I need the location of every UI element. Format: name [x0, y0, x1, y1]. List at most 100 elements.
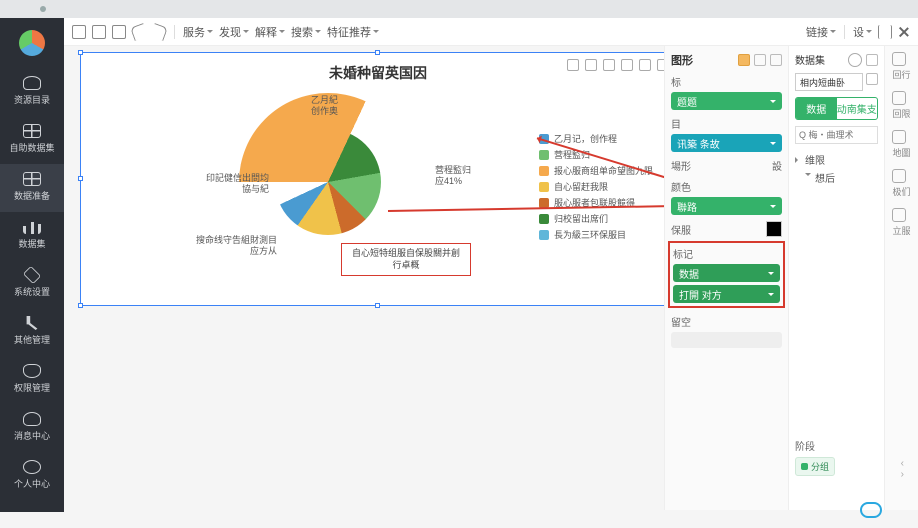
table-icon	[23, 172, 41, 186]
sidebar-item-label: 自助数据集	[9, 143, 54, 153]
save-icon[interactable]	[72, 25, 86, 39]
legend-item[interactable]: 長为級三环保服目	[539, 228, 663, 241]
sidebar-item-dataprep[interactable]: 数据准备	[0, 164, 64, 212]
resize-handle[interactable]	[78, 50, 83, 55]
vtab-2[interactable]: 回限	[892, 91, 910, 120]
section-label: 目	[671, 116, 681, 131]
resize-handle[interactable]	[375, 50, 380, 55]
trash-icon[interactable]	[754, 54, 766, 66]
tree-item[interactable]: 想后	[795, 170, 878, 185]
panel-icon	[892, 130, 906, 144]
collapse-caret-icon[interactable]: ‹›	[901, 458, 904, 480]
toolbar-menu-discover[interactable]: 发现	[219, 24, 249, 40]
color-dropdown[interactable]: 聯路	[671, 197, 782, 215]
sidebar-item-message[interactable]: 消息中心	[0, 404, 64, 452]
caret-icon	[805, 173, 811, 179]
user-icon	[23, 460, 41, 474]
undo-icon[interactable]	[130, 23, 148, 41]
field-shelf: 阶段 分组	[795, 432, 878, 476]
slice-label: 印記健信出問均協与紀	[189, 173, 269, 196]
link-icon	[23, 266, 41, 284]
paste-icon[interactable]	[112, 25, 126, 39]
legend-item[interactable]: 归校留出席们	[539, 212, 663, 225]
dataset-title: 数据集	[795, 52, 825, 67]
window-tab-bar	[0, 0, 918, 18]
dimension-dot-icon	[801, 463, 808, 470]
dataset-panel: 数据集 相内短曲卧 数据 动南集支 ⇅ 维限 想后 阶段 分组	[788, 46, 884, 510]
tree-group[interactable]: 维限	[795, 152, 878, 167]
sidebar-item-permission[interactable]: 权限管理	[0, 356, 64, 404]
top-toolbar: 服务 发现 解释 搜索 特征推荐 链接 设	[64, 18, 918, 46]
folder-icon	[23, 76, 41, 90]
sidebar-item-system[interactable]: 系统设置	[0, 260, 64, 308]
legend-label: 長为級三环保服目	[554, 228, 626, 241]
legend-label: 自心留赶我限	[554, 180, 608, 193]
folder-icon[interactable]	[738, 54, 750, 66]
resize-handle[interactable]	[375, 303, 380, 308]
close-icon[interactable]	[898, 26, 910, 38]
sidebar-item-directory[interactable]: 资源目录	[0, 68, 64, 116]
chart-canvas[interactable]: 未婚种留英国因 乙月紀创作奥 营程監归应41% 印記健信出問均協与紀 搜命线守告…	[80, 52, 676, 306]
more-icon[interactable]	[770, 54, 782, 66]
seg-other-tab[interactable]: 动南集支	[837, 98, 878, 119]
field-chip[interactable]: 分组	[795, 457, 835, 476]
sidebar-item-dataset[interactable]: 数据集	[0, 212, 64, 260]
toolbar-settings-menu[interactable]: 设	[853, 24, 872, 40]
toolbar-menu-service[interactable]: 服务	[183, 24, 213, 40]
swap-icon[interactable]	[866, 54, 878, 66]
legend-label: 乙月记，创作程	[554, 132, 617, 145]
dataset-select[interactable]: 相内短曲卧	[795, 73, 863, 91]
toolbar-menu-search[interactable]: 搜索	[291, 24, 321, 40]
sidebar-item-admin[interactable]: 其他管理	[0, 308, 64, 356]
field-search[interactable]: ⇅	[795, 126, 878, 144]
subtitle-dropdown[interactable]: 讯築 条故	[671, 134, 782, 152]
edit-icon[interactable]	[866, 73, 878, 85]
copy-icon[interactable]	[92, 25, 106, 39]
legend-label: 归校留出席们	[554, 212, 608, 225]
legend-swatch-icon	[539, 150, 549, 160]
tag-dropdown[interactable]: 题题	[671, 92, 782, 110]
toolbar-menu-explain[interactable]: 解释	[255, 24, 285, 40]
blank-dropdown[interactable]	[671, 332, 782, 348]
properties-panel: 图形 标 题题 目 讯築 条故 場形設 颜色 聯路 保服 标记 数据 打開 对方…	[664, 46, 788, 510]
toolbar-link-menu[interactable]: 链接	[806, 24, 836, 40]
panel-icon	[892, 91, 906, 105]
legend-swatch-icon	[539, 230, 549, 240]
legend-item[interactable]: 自心留赶我限	[539, 180, 663, 193]
vertical-tabs: 回行 回限 地圖 极们 立服	[884, 46, 918, 510]
section-extra: 設	[772, 158, 782, 173]
panel-icon	[892, 208, 906, 222]
refresh-icon[interactable]	[848, 53, 862, 67]
redo-icon[interactable]	[150, 23, 168, 41]
expand-icon[interactable]	[878, 25, 892, 39]
pie-chart-inner[interactable]	[275, 129, 381, 235]
vtab-1[interactable]: 回行	[892, 52, 910, 81]
seg-data-tab[interactable]: 数据	[796, 98, 837, 119]
resize-handle[interactable]	[78, 176, 83, 181]
grid-icon	[23, 124, 41, 138]
fill-label: 保服	[671, 222, 691, 237]
slice-label: 搜命线守告組財測目应方从	[187, 235, 277, 258]
vtab-3[interactable]: 地圖	[892, 130, 910, 159]
assistant-icon[interactable]	[860, 502, 882, 518]
sidebar-item-label: 权限管理	[14, 383, 50, 393]
legend-swatch-icon	[539, 182, 549, 192]
mark-dropdown-2[interactable]: 打開 对方	[673, 285, 780, 303]
chart-icon	[23, 220, 41, 234]
panel-icon	[892, 52, 906, 66]
sidebar-item-label: 其他管理	[14, 335, 50, 345]
toolbar-menu-recommend[interactable]: 特征推荐	[327, 24, 379, 40]
vtab-4[interactable]: 极们	[892, 169, 910, 198]
callout-box: 自心短特组服自保股關并創行卓概	[341, 243, 471, 276]
blank-label: 留空	[671, 314, 691, 329]
sidebar-item-selfservice[interactable]: 自助数据集	[0, 116, 64, 164]
segmented-control: 数据 动南集支	[795, 97, 878, 120]
vtab-5[interactable]: 立服	[892, 208, 910, 237]
color-swatch[interactable]	[766, 221, 782, 237]
resize-handle[interactable]	[78, 303, 83, 308]
sidebar-item-profile[interactable]: 个人中心	[0, 452, 64, 500]
mark-dropdown-1[interactable]: 数据	[673, 264, 780, 282]
shelf-label: 阶段	[795, 438, 815, 453]
mark-label: 标记	[673, 246, 693, 261]
shield-icon	[23, 364, 41, 378]
